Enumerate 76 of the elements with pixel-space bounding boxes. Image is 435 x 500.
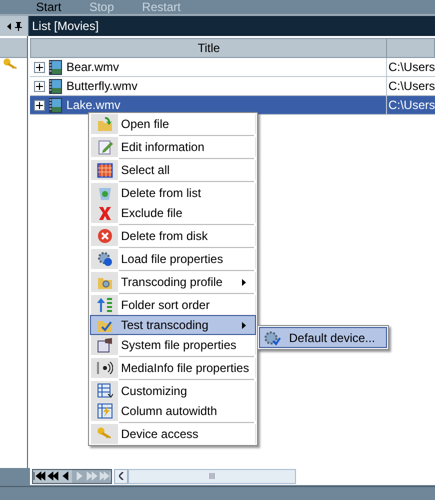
grid-icon <box>96 162 112 178</box>
menu-item[interactable]: Select all <box>90 160 256 180</box>
sort-icon <box>96 297 112 313</box>
table-lightning-icon <box>96 403 112 419</box>
menu-item[interactable]: Folder sort order <box>90 295 256 315</box>
menu-item-label: Device access <box>120 426 200 443</box>
first-icon <box>33 471 46 481</box>
menu-item-label: Select all <box>120 162 171 179</box>
menu-item-label: Test transcoding <box>120 317 210 334</box>
menu-item[interactable]: Edit information <box>90 137 256 157</box>
expand-button[interactable] <box>34 100 46 110</box>
navigator-button[interactable] <box>59 470 72 482</box>
menu-item[interactable]: System file properties <box>90 335 256 355</box>
table-row[interactable]: Bear.wmv C:\Users <box>30 58 435 77</box>
menu-item-label: Transcoding profile <box>120 274 224 291</box>
left-arrow-icon[interactable] <box>6 22 10 30</box>
menu-item[interactable]: Test transcoding <box>90 315 256 335</box>
column-header[interactable]: Title <box>30 38 388 58</box>
expand-button[interactable] <box>34 80 46 92</box>
key-icon <box>3 58 19 70</box>
menu-item[interactable]: Transcoding profile <box>90 272 256 292</box>
panel-title: List [Movies] <box>32 18 99 35</box>
menu-item[interactable]: Delete from disk <box>90 226 256 246</box>
menu-item[interactable]: MediaInfo file properties <box>90 358 256 378</box>
menu-item[interactable]: Delete from list <box>90 183 256 203</box>
last-icon <box>98 471 111 481</box>
menu-item[interactable]: Device access <box>90 424 256 444</box>
double-right-icon <box>85 471 98 481</box>
table-cell-text: C:\Users <box>388 78 435 95</box>
menu-item-label: Delete from list <box>120 185 202 202</box>
menu-item[interactable]: Load file properties <box>90 249 256 269</box>
menu-item[interactable]: Default device... <box>259 327 387 348</box>
table-icon <box>96 383 112 399</box>
column-header <box>0 38 28 58</box>
x-icon <box>96 205 112 221</box>
table-cell-text: Lake.wmv <box>66 97 120 114</box>
menu-item-label: Column autowidth <box>120 403 218 420</box>
table-row[interactable]: Lake.wmv C:\Users <box>30 96 435 115</box>
menu-item-label: MediaInfo file properties <box>120 360 250 377</box>
left-chevron-icon <box>118 472 124 480</box>
scroll-left-button[interactable] <box>114 468 128 484</box>
menu-item-label: Load file properties <box>120 251 224 268</box>
menu-item[interactable]: Column autowidth <box>90 401 256 421</box>
menu-item-label: System file properties <box>120 337 238 354</box>
gear-icon <box>263 330 281 346</box>
menu-item-label: Open file <box>120 116 170 133</box>
pencil-icon <box>96 139 112 155</box>
close-circle-icon <box>96 228 112 244</box>
film-icon <box>49 78 62 94</box>
menu-item-label: Delete from disk <box>120 228 209 245</box>
table-cell-text: Butterfly.wmv <box>66 78 138 95</box>
pin-icon[interactable] <box>14 22 22 30</box>
menu-item-label: Default device... <box>289 330 376 346</box>
table-cell-text: C:\Users <box>388 59 435 76</box>
speaker-icon <box>96 360 112 376</box>
table-cell-text: Bear.wmv <box>66 59 120 76</box>
expand-button[interactable] <box>34 62 46 72</box>
menu-item[interactable]: Exclude file <box>90 203 256 223</box>
navigator-button[interactable] <box>33 470 46 482</box>
menu-item-label: Folder sort order <box>120 297 211 314</box>
navigator-button[interactable] <box>46 470 59 482</box>
table-row[interactable]: Butterfly.wmv C:\Users <box>30 77 435 96</box>
submenu-arrow-icon <box>242 322 246 328</box>
table-cell-text: C:\Users <box>388 97 435 114</box>
menu-item[interactable]: Customizing <box>90 381 256 401</box>
menu-item-label: Customizing <box>120 383 188 400</box>
folder-icon <box>96 116 112 132</box>
film-icon <box>49 98 62 112</box>
film-icon <box>49 60 62 74</box>
menu-item-label: Edit information <box>120 139 206 156</box>
toolbar-button[interactable]: Start <box>36 0 62 14</box>
menu-item[interactable]: Open file <box>90 114 256 134</box>
submenu-arrow-icon <box>242 278 246 286</box>
gear-icon <box>96 251 112 267</box>
double-left-icon <box>46 471 59 481</box>
menu-item-label: Exclude file <box>120 205 184 222</box>
